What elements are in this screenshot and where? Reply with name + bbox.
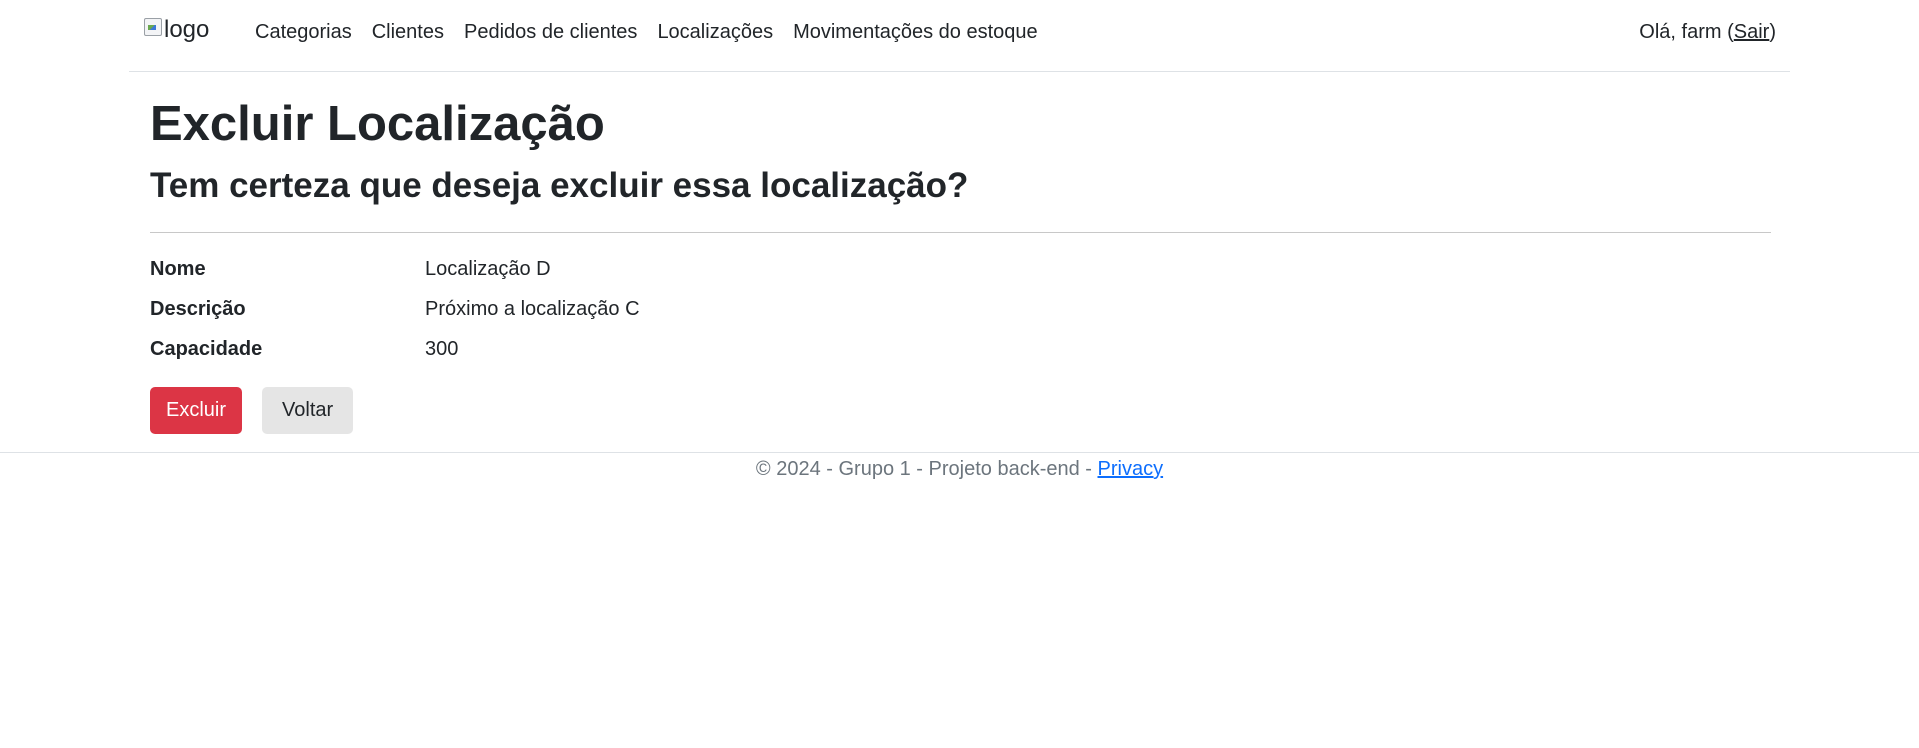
nav-link-categorias[interactable]: Categorias: [245, 21, 362, 44]
detail-row-descricao: Descrição Próximo a localização C: [150, 289, 1770, 329]
logo-image[interactable]: logo: [144, 16, 218, 56]
detail-row-capacidade: Capacidade 300: [150, 329, 1770, 369]
logo-alt-text: logo: [164, 16, 210, 43]
footer: © 2024 - Grupo 1 - Projeto back-end - Pr…: [0, 452, 1919, 481]
main-content: Excluir Localização Tem certeza que dese…: [150, 92, 1771, 434]
greeting-end: ): [1769, 21, 1776, 43]
nav-menu: Categorias Clientes Pedidos de clientes …: [245, 21, 1048, 44]
delete-button[interactable]: Excluir: [150, 387, 243, 434]
divider: [150, 232, 1771, 233]
back-button[interactable]: Voltar: [262, 387, 354, 434]
detail-value: Localização D: [425, 257, 551, 280]
broken-image-icon: [144, 18, 162, 36]
nav-link-pedidos-de-clientes[interactable]: Pedidos de clientes: [454, 21, 647, 44]
detail-value: Próximo a localização C: [425, 297, 640, 320]
greeting-text: Olá, farm (: [1639, 21, 1734, 43]
detail-row-nome: Nome Localização D: [150, 249, 1770, 289]
confirm-question: Tem certeza que deseja excluir essa loca…: [150, 166, 969, 205]
details-list: Nome Localização D Descrição Próximo a l…: [150, 249, 1770, 369]
page-title: Excluir Localização: [150, 97, 605, 151]
logout-link[interactable]: Sair: [1734, 21, 1770, 43]
nav-link-localizacoes[interactable]: Localizações: [647, 21, 783, 44]
detail-label: Nome: [150, 257, 206, 280]
privacy-link[interactable]: Privacy: [1098, 458, 1164, 480]
navbar: logo Categorias Clientes Pedidos de clie…: [129, 0, 1790, 72]
user-greeting: Olá, farm (Sair): [1639, 21, 1776, 44]
detail-label: Descrição: [150, 297, 246, 320]
detail-label: Capacidade: [150, 337, 263, 360]
nav-link-movimentacoes-do-estoque[interactable]: Movimentações do estoque: [783, 21, 1048, 44]
form-actions: Excluir Voltar: [150, 387, 1770, 434]
nav-link-clientes[interactable]: Clientes: [362, 21, 454, 44]
footer-text: © 2024 - Grupo 1 - Projeto back-end -: [755, 458, 1098, 480]
detail-value: 300: [425, 337, 459, 360]
